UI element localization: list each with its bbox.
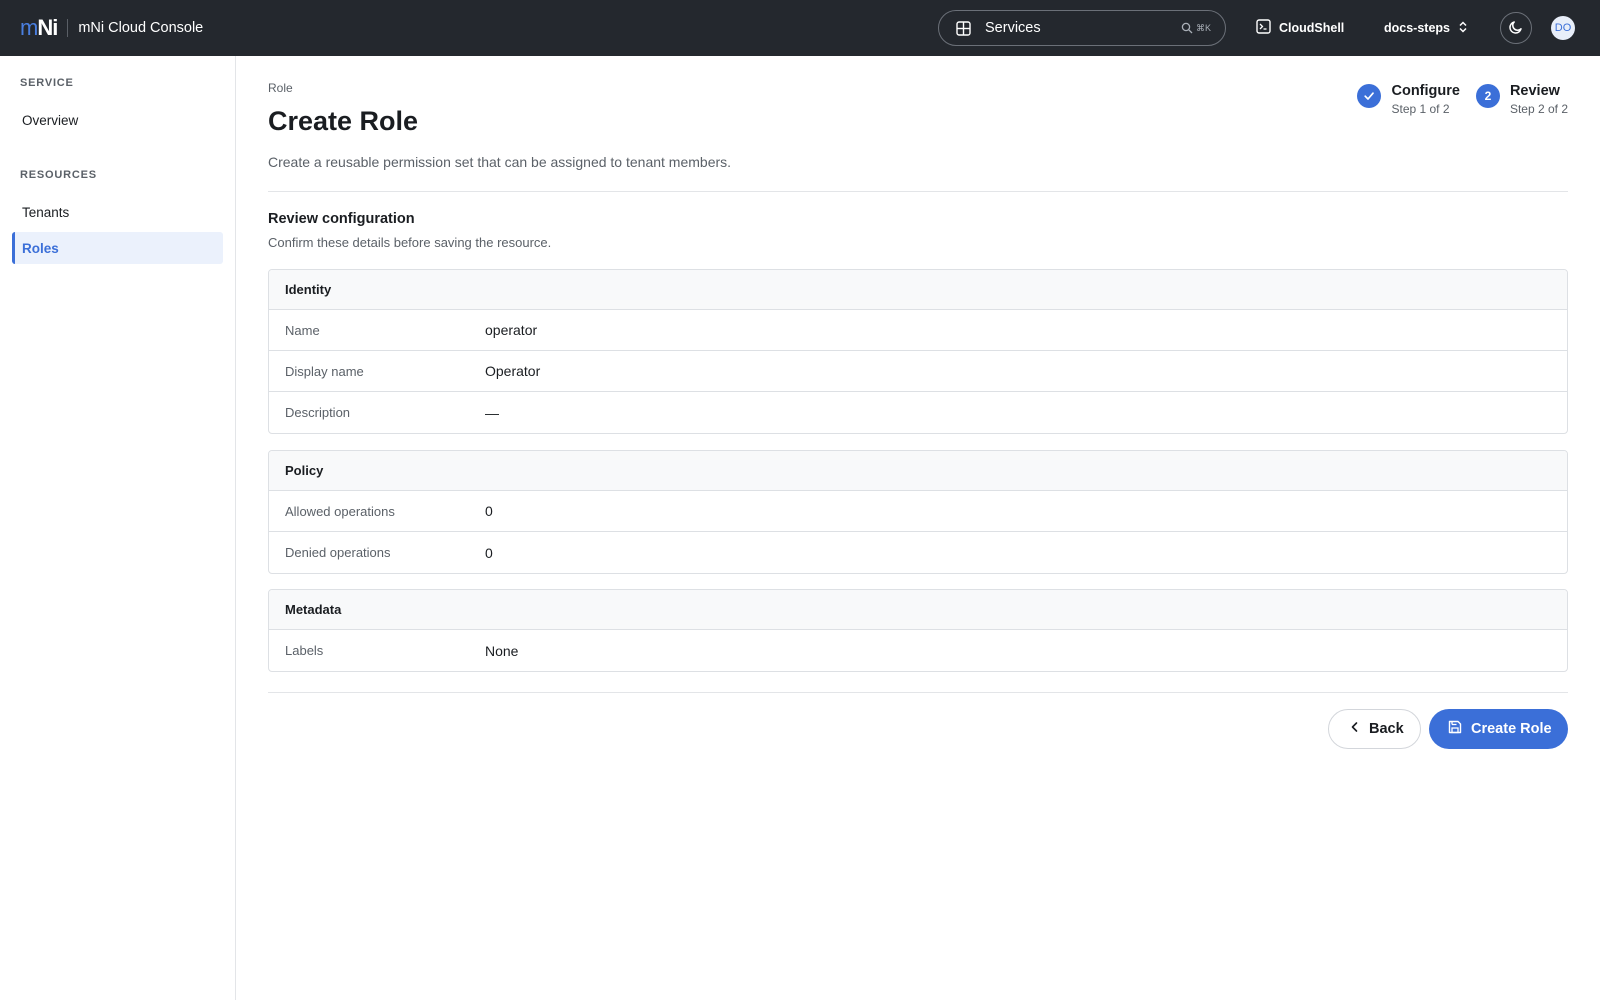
detail-key: Labels (285, 643, 324, 658)
detail-value: Operator (485, 363, 541, 379)
logo-m: m (20, 15, 38, 40)
app-title: mNi Cloud Console (78, 20, 204, 36)
stepper: Configure Step 1 of 2 2 Review Step 2 of… (1357, 82, 1568, 118)
logo: m Ni (20, 15, 58, 41)
sidebar-section-service: SERVICE (20, 77, 74, 89)
detail-row: Name operator (269, 310, 1567, 351)
terminal-icon (1256, 19, 1271, 37)
detail-value: — (485, 404, 499, 421)
detail-value: 0 (485, 503, 493, 519)
brand[interactable]: m Ni mNi Cloud Console (0, 0, 203, 56)
back-label: Back (1369, 721, 1404, 737)
save-icon (1447, 719, 1463, 739)
detail-value: 0 (485, 544, 493, 561)
back-button[interactable]: Back (1328, 709, 1421, 749)
brand-divider (67, 19, 69, 37)
detail-row: Labels None (269, 630, 1567, 671)
detail-row: Allowed operations 0 (269, 491, 1567, 532)
detail-key: Name (285, 322, 320, 338)
project-label: docs-steps (1384, 21, 1450, 35)
form-actions: Back Create Role (1328, 709, 1568, 749)
shortcut-label: ⌘K (1195, 22, 1211, 33)
services-label: Services (985, 20, 1041, 36)
create-role-button[interactable]: Create Role (1429, 709, 1568, 749)
step-number: 2 (1475, 84, 1500, 108)
detail-key: Description (285, 405, 351, 420)
check-icon (1364, 92, 1375, 100)
card-heading: Metadata (269, 590, 1567, 630)
search-icon (1181, 22, 1193, 34)
metadata-card: Metadata Labels None (268, 589, 1568, 672)
avatar[interactable]: DO (1551, 16, 1575, 40)
detail-row: Description — (269, 392, 1567, 433)
page-subtitle: Create a reusable permission set that ca… (268, 154, 732, 170)
sidebar-item-label: Overview (22, 112, 79, 128)
header-divider (268, 191, 1568, 192)
theme-toggle-button[interactable] (1500, 12, 1532, 44)
logo-ni: Ni (37, 15, 58, 40)
page-title: Create Role (268, 106, 419, 136)
identity-card: Identity Name operator Display name Oper… (268, 269, 1568, 434)
grid-icon (955, 20, 971, 36)
sidebar-item-overview[interactable]: Overview (12, 104, 223, 136)
card-heading: Identity (269, 270, 1567, 310)
step-complete-circle (1357, 84, 1382, 108)
card-heading: Policy (269, 451, 1567, 491)
step-subtitle: Step 2 of 2 (1509, 102, 1568, 116)
sidebar-item-tenants[interactable]: Tenants (12, 196, 223, 228)
detail-value: None (485, 642, 519, 659)
top-bar: m Ni mNi Cloud Console Services ⌘K CloudS… (0, 0, 1600, 56)
breadcrumb[interactable]: Role (268, 81, 293, 95)
services-search[interactable]: Services ⌘K (938, 10, 1226, 46)
sidebar-section-resources: RESOURCES (20, 169, 97, 181)
detail-key: Display name (285, 363, 364, 379)
cloudshell-button[interactable]: CloudShell (1256, 0, 1344, 56)
review-title: Review configuration (268, 211, 415, 227)
cloudshell-label: CloudShell (1279, 21, 1345, 35)
sidebar-item-label: Roles (22, 240, 59, 256)
step-review: 2 Review Step 2 of 2 (1475, 82, 1568, 118)
step-configure[interactable]: Configure Step 1 of 2 (1357, 82, 1460, 118)
step-title: Configure (1391, 83, 1460, 99)
step-subtitle: Step 1 of 2 (1391, 102, 1450, 116)
sidebar-item-roles[interactable]: Roles (12, 232, 223, 264)
create-role-label: Create Role (1471, 721, 1552, 737)
review-subtitle: Confirm these details before saving the … (268, 235, 552, 250)
search-shortcut: ⌘K (1181, 22, 1211, 34)
moon-icon (1508, 19, 1524, 38)
chevron-up-down-icon (1456, 20, 1470, 37)
policy-card: Policy Allowed operations 0 Denied opera… (268, 450, 1568, 574)
detail-value: operator (485, 322, 538, 338)
sidebar-item-label: Tenants (22, 204, 70, 220)
chevron-left-icon (1349, 721, 1361, 737)
detail-key: Denied operations (285, 545, 391, 560)
detail-row: Denied operations 0 (269, 532, 1567, 573)
detail-row: Display name Operator (269, 351, 1567, 392)
project-selector[interactable]: docs-steps (1384, 0, 1470, 56)
step-title: Review (1509, 83, 1560, 99)
footer-divider (268, 692, 1568, 693)
sidebar: SERVICE Overview RESOURCES Tenants Roles (0, 56, 236, 1000)
detail-key: Allowed operations (285, 503, 395, 519)
